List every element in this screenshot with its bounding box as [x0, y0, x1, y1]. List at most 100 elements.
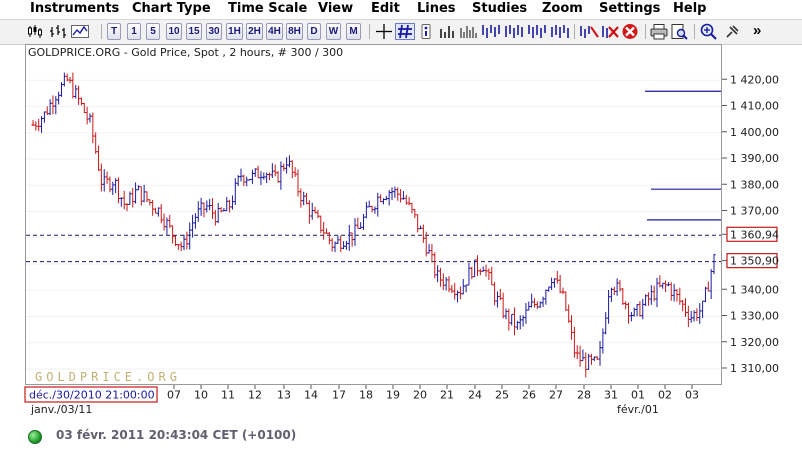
more-icon[interactable]: » [753, 23, 769, 40]
time-label: 21 [440, 389, 454, 402]
menu-instruments[interactable]: Instruments [30, 0, 119, 19]
time-label: 28 [577, 389, 591, 402]
month-label-jan: janv./03/11 [30, 403, 92, 416]
menu-view[interactable]: View [318, 0, 353, 19]
zoom-in-icon[interactable] [699, 23, 719, 40]
trend-line-icon[interactable] [578, 23, 599, 40]
time-label: 13 [277, 389, 291, 402]
price-chart[interactable]: GOLDPRICE.ORG - Gold Price, Spot , 2 hou… [26, 45, 721, 384]
price-label: 1 320,00 [730, 336, 779, 349]
study-3-icon[interactable] [503, 23, 523, 40]
crosshair-icon[interactable] [374, 23, 394, 40]
toolbar-separator [369, 24, 370, 39]
time-label: 17 [332, 389, 346, 402]
time-label: 20 [413, 389, 427, 402]
price-label: 1 310,00 [730, 362, 779, 375]
price-axis: 1 420,00 1 410,00 1 400,00 1 390,00 1 380,00… [722, 73, 779, 375]
price-label: 1 380,00 [730, 178, 779, 191]
time-label: 07 [167, 389, 181, 402]
cursor-date-label: déc./30/2010 21:00:00 [29, 389, 155, 402]
toolbar-separator [574, 24, 575, 39]
time-label: 11 [221, 389, 235, 402]
candlestick-chart-icon[interactable] [26, 23, 46, 40]
print-icon[interactable] [649, 23, 669, 40]
time-label: 19 [386, 389, 400, 402]
chart-panel[interactable]: GOLDPRICE.ORG - Gold Price, Spot , 2 hou… [25, 44, 722, 385]
time-axis: 07 10 11 12 13 14 17 18 19 20 21 24 25 26 27 28 31 01 02 03 [167, 385, 699, 402]
month-label-feb: févr./01 [617, 403, 659, 416]
menu-lines[interactable]: Lines [417, 0, 456, 19]
price-label: 1 400,00 [730, 126, 779, 139]
timeframe-8h-button[interactable]: 8H [286, 23, 303, 40]
price-label: 1 370,00 [730, 205, 779, 218]
timeframe-1-button[interactable]: 1 [127, 23, 141, 40]
menu-settings[interactable]: Settings [599, 0, 660, 19]
time-label: 10 [194, 389, 208, 402]
timeframe-15-button[interactable]: 15 [186, 23, 202, 40]
price-marker-box [726, 226, 778, 242]
bar-chart-icon[interactable] [48, 23, 68, 40]
timeframe-10-button[interactable]: 10 [166, 23, 182, 40]
menu-edit[interactable]: Edit [371, 0, 400, 19]
price-marker-label: 1 360,94 [730, 228, 779, 241]
grid-icon[interactable] [395, 23, 415, 40]
time-label: 27 [549, 389, 563, 402]
time-label: 12 [248, 389, 262, 402]
chart-header: GOLDPRICE.ORG - Gold Price, Spot , 2 hou… [28, 46, 343, 59]
timeframe-t-button[interactable]: T [107, 23, 121, 40]
toolbar: T 1 5 10 15 30 1H 2H 4H 8H D W M » [0, 20, 802, 45]
menu-studies[interactable]: Studies [472, 0, 527, 19]
time-label: 14 [304, 389, 318, 402]
timeframe-2h-button[interactable]: 2H [246, 23, 263, 40]
price-bars [31, 72, 716, 378]
timeframe-30-button[interactable]: 30 [206, 23, 222, 40]
study-4-icon[interactable] [526, 23, 546, 40]
price-label: 1 420,00 [730, 73, 779, 86]
timeframe-4h-button[interactable]: 4H [266, 23, 283, 40]
grid [26, 79, 721, 370]
price-label: 1 390,00 [730, 152, 779, 165]
price-marker-label: 1 350,90 [730, 255, 779, 268]
menu-time-scale[interactable]: Time Scale [228, 0, 307, 19]
menu-help[interactable]: Help [673, 0, 706, 19]
print-preview-icon[interactable] [669, 23, 689, 40]
study-1-icon[interactable] [458, 23, 478, 40]
toolbar-separator [694, 24, 695, 39]
info-icon[interactable] [416, 23, 436, 40]
time-label: 24 [468, 389, 482, 402]
time-label: 31 [604, 389, 618, 402]
remove-line-icon[interactable] [600, 23, 620, 40]
pin-icon[interactable] [722, 23, 742, 40]
toolbar-separator [645, 24, 646, 39]
timeframe-d-button[interactable]: D [307, 23, 321, 40]
time-label: 01 [631, 389, 645, 402]
price-label: 1 410,00 [730, 100, 779, 113]
menu-bar: Instruments Chart Type Time Scale View E… [0, 0, 802, 20]
time-label: 26 [522, 389, 536, 402]
cursor-date-box [24, 386, 158, 403]
price-marker-box [726, 253, 778, 269]
study-5-icon[interactable] [549, 23, 569, 40]
study-2-icon[interactable] [480, 23, 500, 40]
menu-zoom[interactable]: Zoom [542, 0, 583, 19]
price-label: 1 340,00 [730, 283, 779, 296]
status-timestamp: 03 févr. 2011 20:43:04 CET (+0100) [56, 428, 297, 442]
delete-all-icon[interactable] [620, 23, 640, 40]
toolbar-separator [101, 24, 102, 39]
timeframe-5-button[interactable]: 5 [146, 23, 160, 40]
timeframe-1h-button[interactable]: 1H [226, 23, 243, 40]
timeframe-w-button[interactable]: W [326, 23, 341, 40]
status-bar: 03 févr. 2011 20:43:04 CET (+0100) [0, 424, 802, 446]
watermark: GOLDPRICE.ORG [35, 370, 181, 384]
horizontal-lines[interactable] [26, 90, 721, 263]
connection-status-icon [28, 430, 42, 444]
menu-chart-type[interactable]: Chart Type [132, 0, 211, 19]
volume-icon[interactable] [437, 23, 457, 40]
price-label: 1 330,00 [730, 310, 779, 323]
time-label: 03 [685, 389, 699, 402]
line-chart-icon[interactable] [70, 23, 90, 40]
time-label: 25 [495, 389, 509, 402]
timeframe-m-button[interactable]: M [346, 23, 361, 40]
time-label: 18 [359, 389, 373, 402]
time-label: 02 [658, 389, 672, 402]
